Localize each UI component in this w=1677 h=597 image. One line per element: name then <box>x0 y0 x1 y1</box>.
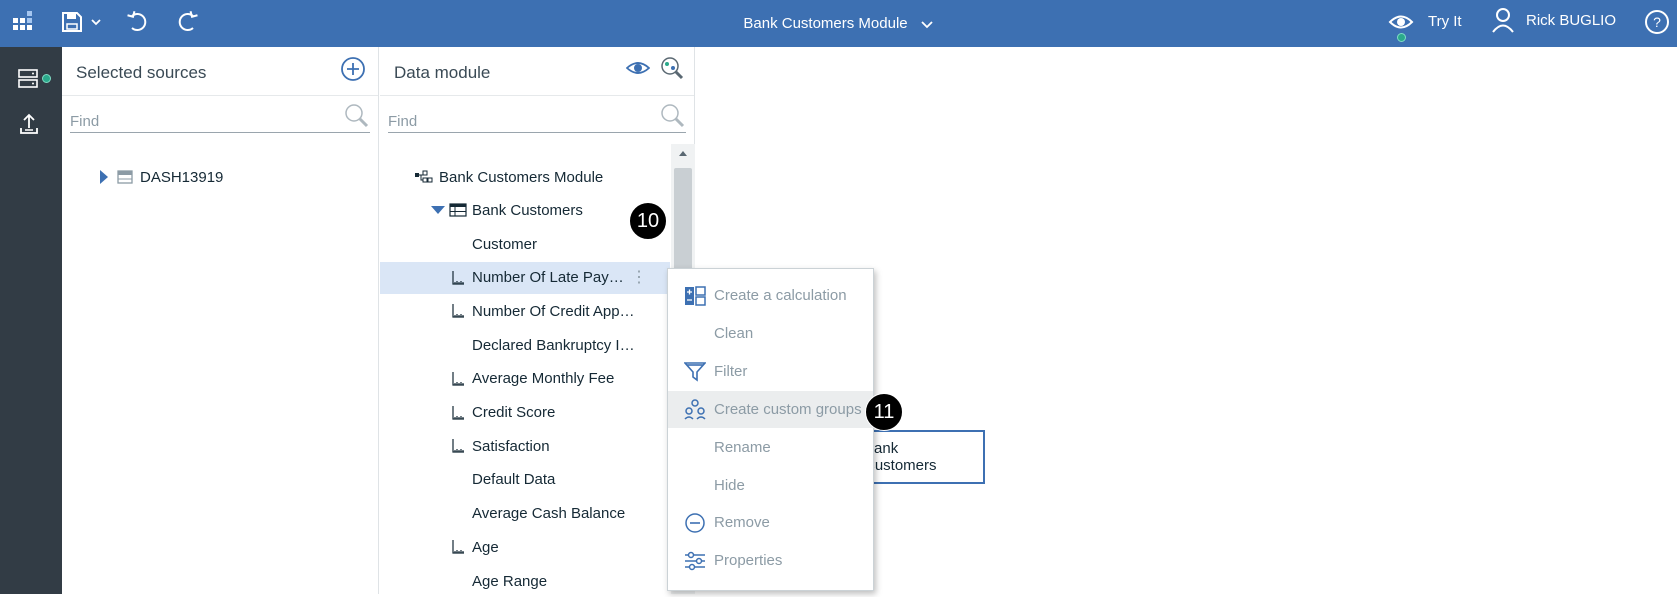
top-bar: Bank Customers Module Try It Rick BUGLIO… <box>0 0 1677 47</box>
more-options-icon[interactable]: ⋮ <box>631 269 647 286</box>
field-item[interactable]: Credit Score <box>380 397 670 429</box>
custom-groups-icon <box>684 398 706 420</box>
scroll-up-icon[interactable] <box>671 146 695 160</box>
canvas-table-node[interactable]: Bank Customers <box>862 430 985 484</box>
menu-item-label: Rename <box>714 438 771 456</box>
canvas-node-label: Bank Customers <box>864 440 937 474</box>
field-item[interactable]: Average Monthly Fee <box>380 363 670 395</box>
try-it-label: Try It <box>1428 13 1462 30</box>
field-item[interactable]: Declared Bankruptcy I… <box>380 329 670 361</box>
menu-item-clean[interactable]: Clean <box>668 315 873 352</box>
caret-down-icon[interactable] <box>431 205 445 215</box>
relationship-search-icon <box>661 57 684 80</box>
module-title: Bank Customers Module <box>743 15 908 32</box>
calculation-icon <box>684 285 706 307</box>
measure-icon <box>452 540 464 554</box>
field-item-label: Credit Score <box>472 404 556 421</box>
field-item[interactable]: Customer <box>380 228 670 260</box>
field-item-label: Number Of Credit App… <box>472 302 635 320</box>
menu-item-create-custom-groups[interactable]: Create custom groups <box>668 390 873 428</box>
menu-item-properties[interactable]: Properties <box>668 542 873 579</box>
eye-icon <box>1388 15 1414 28</box>
field-item-label: Default Data <box>472 471 556 489</box>
menu-item-hide[interactable]: Hide <box>668 467 873 504</box>
field-item-label: Average Monthly Fee <box>472 370 615 388</box>
measure-icon <box>452 405 464 420</box>
menu-item-remove[interactable]: Remove <box>668 504 873 541</box>
filter-icon <box>684 360 706 382</box>
menu-item-label: Properties <box>714 552 783 570</box>
menu-item-rename[interactable]: Rename <box>668 429 873 466</box>
search-icon <box>345 104 369 128</box>
field-item[interactable]: Default Data <box>380 464 670 496</box>
menu-item-label: Clean <box>714 324 754 342</box>
help-icon: ? <box>1645 10 1669 34</box>
panel-title: Data module <box>394 63 491 82</box>
field-item-label: Satisfaction <box>472 437 550 455</box>
menu-item-label: Filter <box>714 362 748 380</box>
menu-item-create-a-calculation[interactable]: Create a calculation <box>668 277 873 314</box>
search-input[interactable] <box>388 113 642 130</box>
table-label: Bank Customers <box>472 201 583 219</box>
add-source-button[interactable] <box>340 56 366 87</box>
field-item-label: Age <box>472 538 499 556</box>
search-input[interactable] <box>70 113 325 130</box>
caret-right-icon[interactable] <box>98 169 110 185</box>
user-name: Rick BUGLIO <box>1526 11 1617 29</box>
svg-text:?: ? <box>1653 14 1661 30</box>
status-dot <box>1397 32 1406 42</box>
left-rail <box>0 47 62 594</box>
user-menu[interactable]: Rick BUGLIO <box>1492 0 1616 40</box>
module-icon <box>415 170 433 183</box>
menu-item-filter[interactable]: Filter <box>668 353 873 390</box>
field-item[interactable]: Age <box>380 531 670 563</box>
menu-item-label: Hide <box>714 476 745 494</box>
status-dot <box>42 74 51 83</box>
source-item[interactable]: DASH13919 <box>62 161 378 193</box>
field-item[interactable]: Age Range <box>380 565 670 597</box>
menu-item-label: Create custom groups <box>714 400 862 418</box>
sources-find-field[interactable] <box>70 104 370 133</box>
selected-sources-panel: Selected sources DASH13919 <box>62 47 379 594</box>
field-item[interactable]: Average Cash Balance <box>380 498 670 530</box>
preview-button[interactable] <box>625 59 651 82</box>
measure-icon <box>452 371 464 386</box>
step-badge-10: 10 <box>629 202 667 240</box>
field-item-label: Age Range <box>472 572 548 590</box>
data-module-panel: Data module Bank Customers Module <box>380 47 695 594</box>
remove-icon <box>684 512 706 534</box>
measure-icon <box>452 270 464 285</box>
measure-icon <box>452 304 464 318</box>
relationships-search-button[interactable] <box>660 56 684 87</box>
field-item[interactable]: Number Of Credit App… <box>380 295 670 327</box>
context-menu: Create a calculation Clean Filter Create cu… <box>667 268 874 591</box>
try-it-button[interactable]: Try It <box>1388 0 1462 43</box>
table-icon <box>117 170 133 184</box>
eye-icon <box>625 62 651 74</box>
module-find-field[interactable] <box>388 104 686 133</box>
menu-item-label: Remove <box>714 514 770 532</box>
plus-circle-icon <box>341 57 365 81</box>
field-item[interactable]: Number Of Late Pay… ⋮ <box>380 261 670 294</box>
module-root-label: Bank Customers Module <box>439 168 604 186</box>
data-sources-icon[interactable] <box>14 64 51 94</box>
user-icon <box>1492 8 1514 33</box>
field-item[interactable]: Satisfaction <box>380 430 670 462</box>
menu-item-label: Create a calculation <box>714 287 847 304</box>
field-item-label: Declared Bankruptcy I… <box>472 336 635 354</box>
search-icon <box>661 104 685 128</box>
field-item-label: Customer <box>472 235 538 253</box>
chevron-down-icon <box>920 20 933 28</box>
measure-icon <box>452 439 464 453</box>
field-item-label: Average Cash Balance <box>472 505 626 523</box>
step-badge-11: 11 <box>865 393 903 431</box>
panel-title: Selected sources <box>76 63 207 82</box>
help-button[interactable]: ? <box>1643 8 1671 36</box>
source-item-label: DASH13919 <box>140 168 224 186</box>
properties-icon <box>684 550 706 572</box>
table-icon <box>449 203 467 217</box>
upload-icon[interactable] <box>14 109 44 139</box>
module-root[interactable]: Bank Customers Module <box>380 161 694 193</box>
field-item-label: Number Of Late Pay… <box>472 269 624 287</box>
